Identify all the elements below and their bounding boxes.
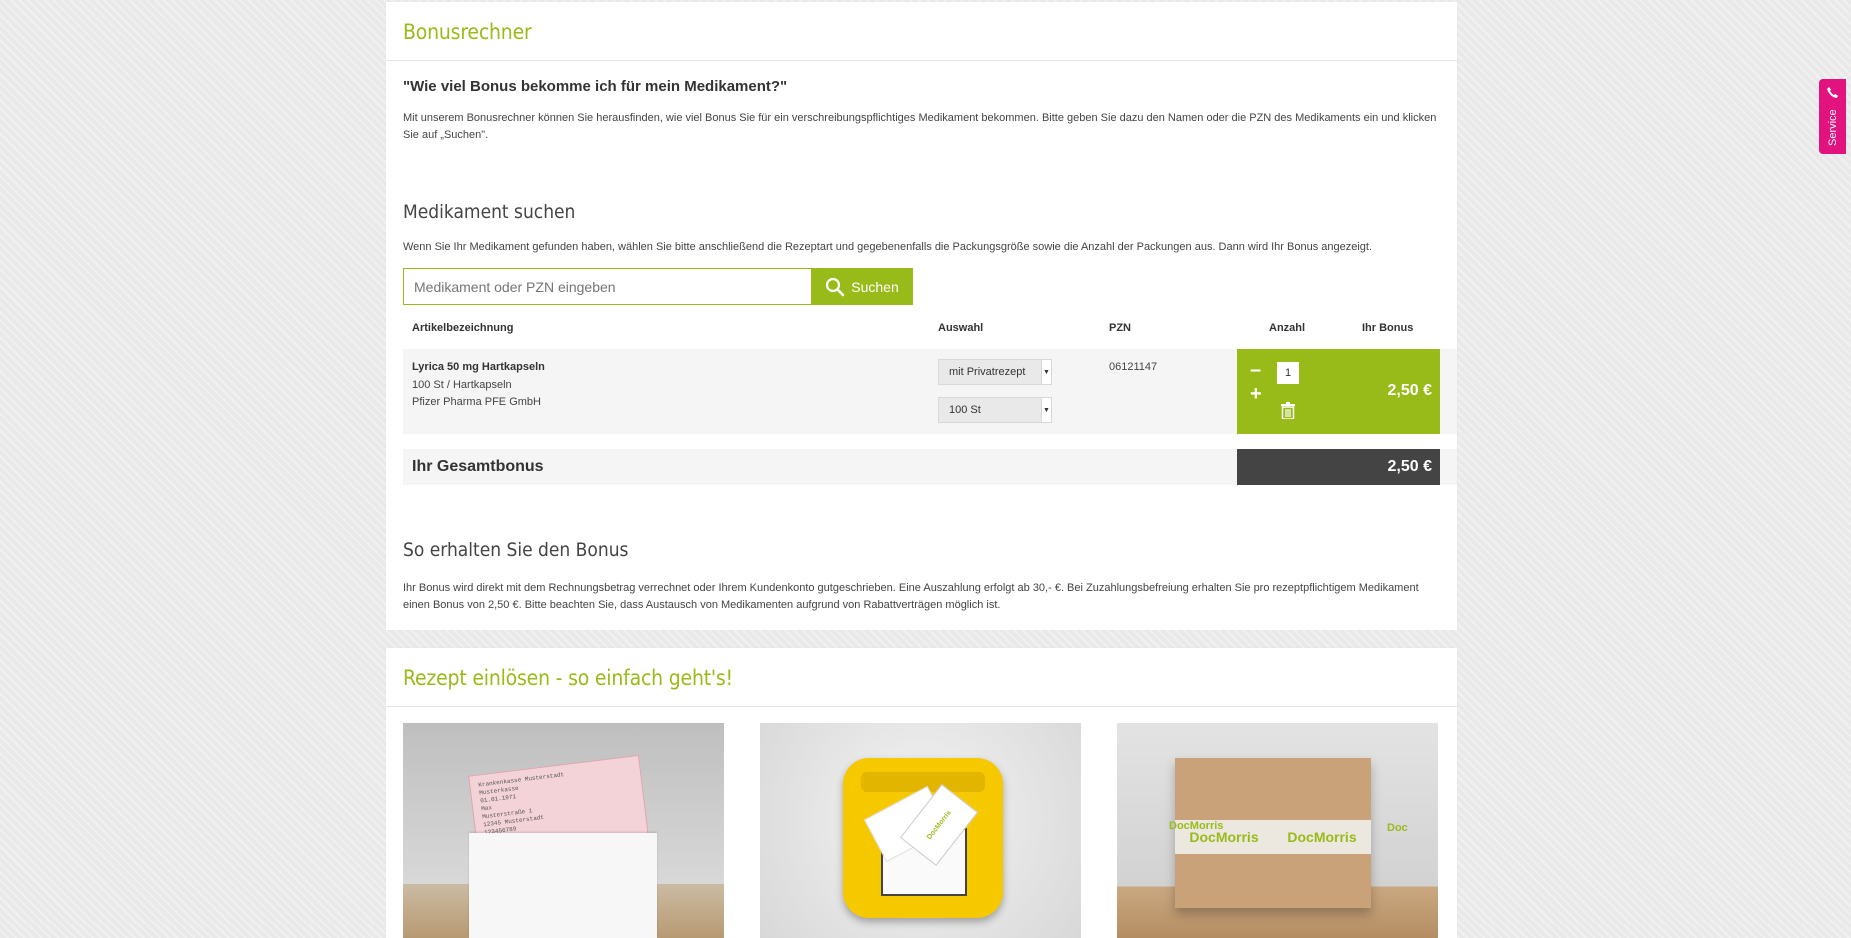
service-tab[interactable]: Service [1819,79,1846,154]
decrease-quantity-button[interactable]: – [1250,359,1261,382]
search-button-label: Suchen [851,278,899,295]
phone-icon [1827,87,1838,98]
box-illustration: DocMorris DocMorris [1175,758,1371,908]
brand-logo-left: DocMorris [1169,820,1224,832]
search-form: Suchen [403,268,913,305]
quantity-bonus-cell: – + 1 2,50 € [1237,349,1440,434]
package-size-select[interactable]: 100 St ▼ [938,397,1052,423]
prescription-title: Rezept einlösen - so einfach geht's! [403,666,733,690]
row-bonus-value: 2,50 € [1387,382,1432,399]
info-heading: So erhalten Sie den Bonus [403,539,629,561]
column-header-article: Artikelbezeichnung [412,322,514,334]
product-name: Lyrica 50 mg Hartkapseln [412,361,545,373]
total-label: Ihr Gesamtbonus [412,458,544,475]
brand-logo: DocMorris [1287,829,1357,845]
info-text: Ihr Bonus wird direkt mit dem Rechnungsb… [403,582,1419,611]
package-size-value: 100 St [949,404,981,416]
search-input[interactable] [403,268,812,305]
product-pzn: 06121147 [1109,361,1158,373]
brand-logo-right: Doc [1387,822,1408,834]
total-value-cell: 2,50 € [1237,449,1440,485]
docmorris-box-image: DocMorris DocMorris DocMorris Doc [1117,723,1438,938]
product-manufacturer: Pfizer Pharma PFE GmbH [412,396,541,408]
mailbox-illustration: DocMorris [843,758,1003,918]
dropdown-arrow-icon: ▼ [1041,398,1051,422]
dropdown-arrow-icon: ▼ [1041,360,1051,384]
service-label: Service [1827,109,1839,146]
page-title: Bonusrechner [403,20,532,44]
card-header: Rezept einlösen - so einfach geht's! [386,648,1457,707]
question-heading: "Wie viel Bonus bekomme ich für mein Med… [403,78,788,95]
search-icon [826,277,845,296]
search-button[interactable]: Suchen [811,268,913,305]
prescription-envelope-image: Krankenkasse Musterstadt Musterkasse 01.… [403,723,724,938]
quantity-field[interactable]: 1 [1277,362,1299,384]
mailbox-image: DocMorris [760,723,1081,938]
bonus-calculator-card: Bonusrechner "Wie viel Bonus bekomme ich… [386,2,1457,630]
column-header-bonus: Ihr Bonus [1362,322,1414,334]
envelope-illustration [469,833,657,938]
increase-quantity-button[interactable]: + [1250,383,1262,406]
trash-icon[interactable] [1281,402,1295,419]
column-header-quantity: Anzahl [1269,322,1306,334]
column-header-selection: Auswahl [938,322,984,334]
search-help-text: Wenn Sie Ihr Medikament gefunden haben, … [403,241,1373,253]
prescription-card: Rezept einlösen - so einfach geht's! Kra… [386,648,1457,938]
total-value: 2,50 € [1387,458,1432,475]
card-header: Bonusrechner [386,2,1457,61]
prescription-type-value: mit Privatrezept [949,366,1026,378]
column-header-pzn: PZN [1109,322,1131,334]
intro-text: Mit unserem Bonusrechner können Sie hera… [403,112,1437,141]
product-package: 100 St / Hartkapseln [412,379,512,391]
prescription-type-select[interactable]: mit Privatrezept ▼ [938,359,1052,385]
search-heading: Medikament suchen [403,201,576,223]
